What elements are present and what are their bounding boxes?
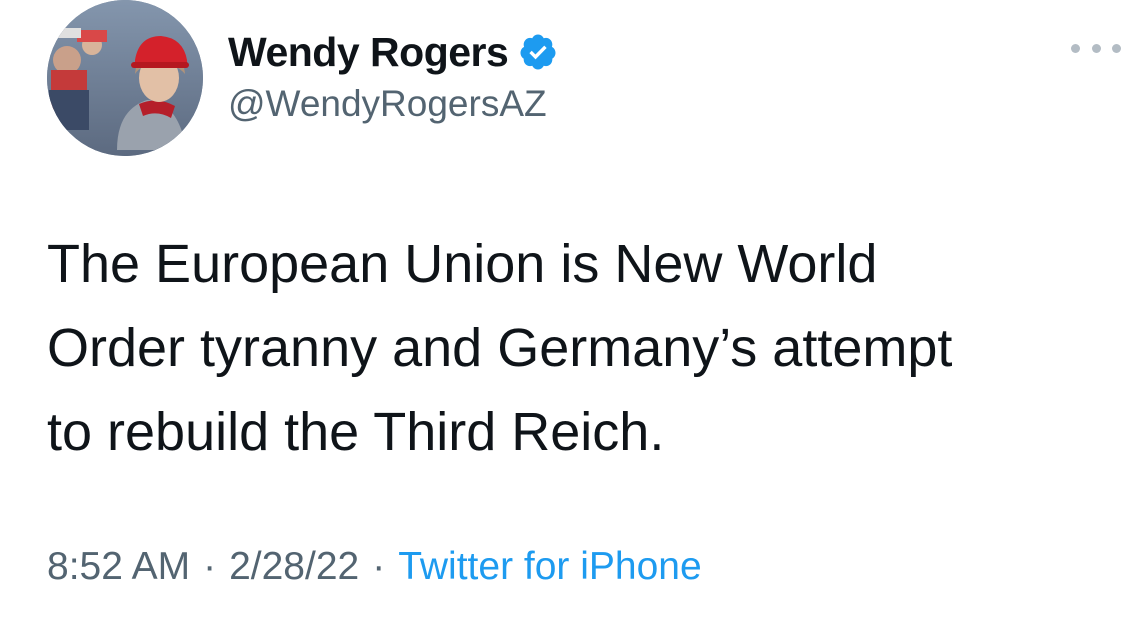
more-dot [1071,43,1080,53]
tweet-text-line: The European Union is New World [47,234,878,294]
tweet-text-line: to rebuild the Third Reich. [47,402,665,462]
meta-separator: · [372,545,386,588]
avatar-photo [47,0,203,156]
more-horizontal-icon[interactable] [1071,36,1121,60]
tweet-card: Wendy Rogers @WendyRogersAZ The European… [0,0,1146,621]
more-dot [1091,43,1101,53]
author-handle[interactable]: @WendyRogersAZ [228,83,547,125]
author-display-name[interactable]: Wendy Rogers [228,29,509,76]
avatar[interactable] [47,0,203,156]
tweet-text: The European Union is New World Order ty… [47,222,1127,474]
meta-separator: · [203,545,217,588]
tweet-text-line: Order tyranny and Germany’s attempt [47,318,953,378]
more-dot [1112,43,1121,53]
tweet-date[interactable]: 2/28/22 [229,545,359,589]
tweet-meta: 8:52 AM · 2/28/22 · Twitter for iPhone [47,545,702,589]
tweet-time[interactable]: 8:52 AM [47,545,190,589]
tweet-source-link[interactable]: Twitter for iPhone [398,545,701,589]
verified-badge-icon [518,32,558,72]
author-name-row: Wendy Rogers [228,28,558,76]
